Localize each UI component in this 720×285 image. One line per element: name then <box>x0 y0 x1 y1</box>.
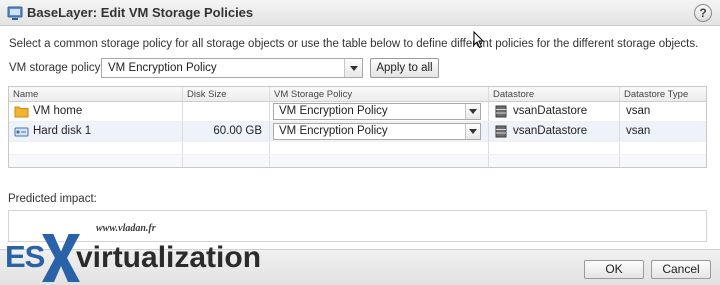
datastore-icon <box>495 125 507 138</box>
predicted-impact-label: Predicted impact: <box>8 193 97 205</box>
policy-cell: VM Encryption Policy <box>270 102 489 121</box>
row-datastore: vsanDatastore <box>513 125 588 137</box>
watermark-es: ES <box>5 239 45 274</box>
row-policy-value: VM Encryption Policy <box>279 105 388 117</box>
dialog-title: BaseLayer: Edit VM Storage Policies <box>27 5 254 20</box>
cancel-button[interactable]: Cancel <box>651 260 711 279</box>
mouse-cursor-icon <box>473 31 485 49</box>
dropdown-arrow-button[interactable] <box>465 124 480 139</box>
storage-policy-dropdown[interactable]: VM Encryption Policy <box>101 58 363 78</box>
ok-button[interactable]: OK <box>584 260 644 279</box>
row-policy-dropdown[interactable]: VM Encryption Policy <box>273 103 481 120</box>
column-header-vm-storage-policy[interactable]: VM Storage Policy <box>270 87 489 101</box>
column-header-name[interactable]: Name <box>9 87 183 101</box>
table-row-empty <box>9 142 706 155</box>
dropdown-arrow-button[interactable] <box>344 59 362 77</box>
dialog-titlebar: BaseLayer: Edit VM Storage Policies ? <box>0 0 720 26</box>
chevron-down-icon <box>469 109 477 114</box>
column-header-datastore[interactable]: Datastore <box>489 87 620 101</box>
row-policy-value: VM Encryption Policy <box>279 125 388 137</box>
disk-size-cell: 60.00 GB <box>183 122 270 141</box>
apply-to-all-button[interactable]: Apply to all <box>370 58 439 78</box>
vm-icon <box>7 6 23 20</box>
datastore-cell: vsanDatastore <box>489 102 620 121</box>
chevron-down-icon <box>469 129 477 134</box>
row-name: VM home <box>33 105 83 117</box>
instructions-text: Select a common storage policy for all s… <box>9 38 699 50</box>
help-button[interactable]: ? <box>694 4 712 22</box>
row-disk-size: 60.00 GB <box>213 125 262 137</box>
table-header: Name Disk Size VM Storage Policy Datasto… <box>9 87 706 102</box>
watermark-url: www.vladan.fr <box>96 223 156 234</box>
datastore-cell: vsanDatastore <box>489 122 620 141</box>
chevron-down-icon <box>350 66 358 71</box>
hard-disk-icon <box>14 127 29 137</box>
dropdown-arrow-button[interactable] <box>465 104 480 119</box>
folder-icon <box>14 106 29 118</box>
datastore-type-cell: vsan <box>620 122 706 141</box>
column-header-datastore-type[interactable]: Datastore Type <box>620 87 706 101</box>
name-cell: Hard disk 1 <box>9 122 183 141</box>
row-datastore-type: vsan <box>626 105 651 117</box>
column-header-disk-size[interactable]: Disk Size <box>183 87 270 101</box>
row-policy-dropdown[interactable]: VM Encryption Policy <box>273 123 481 140</box>
name-cell: VM home <box>9 102 183 121</box>
storage-policy-value: VM Encryption Policy <box>108 62 217 74</box>
datastore-icon <box>495 105 507 118</box>
table-row[interactable]: VM home VM Encryption Policy vsanDatasto… <box>9 102 706 122</box>
row-name: Hard disk 1 <box>33 125 92 137</box>
table-row[interactable]: Hard disk 1 60.00 GB VM Encryption Polic… <box>9 122 706 142</box>
datastore-type-cell: vsan <box>620 102 706 121</box>
watermark-logo: www.vladan.fr ES virtualization <box>0 210 265 285</box>
policy-cell: VM Encryption Policy <box>270 122 489 141</box>
row-datastore: vsanDatastore <box>513 105 588 117</box>
row-datastore-type: vsan <box>626 125 651 137</box>
watermark-virtualization: virtualization <box>76 241 262 274</box>
disk-size-cell <box>183 102 270 121</box>
table-row-empty <box>9 155 706 167</box>
storage-policy-label: VM storage policy: <box>9 62 104 74</box>
storage-objects-table: Name Disk Size VM Storage Policy Datasto… <box>8 86 707 168</box>
